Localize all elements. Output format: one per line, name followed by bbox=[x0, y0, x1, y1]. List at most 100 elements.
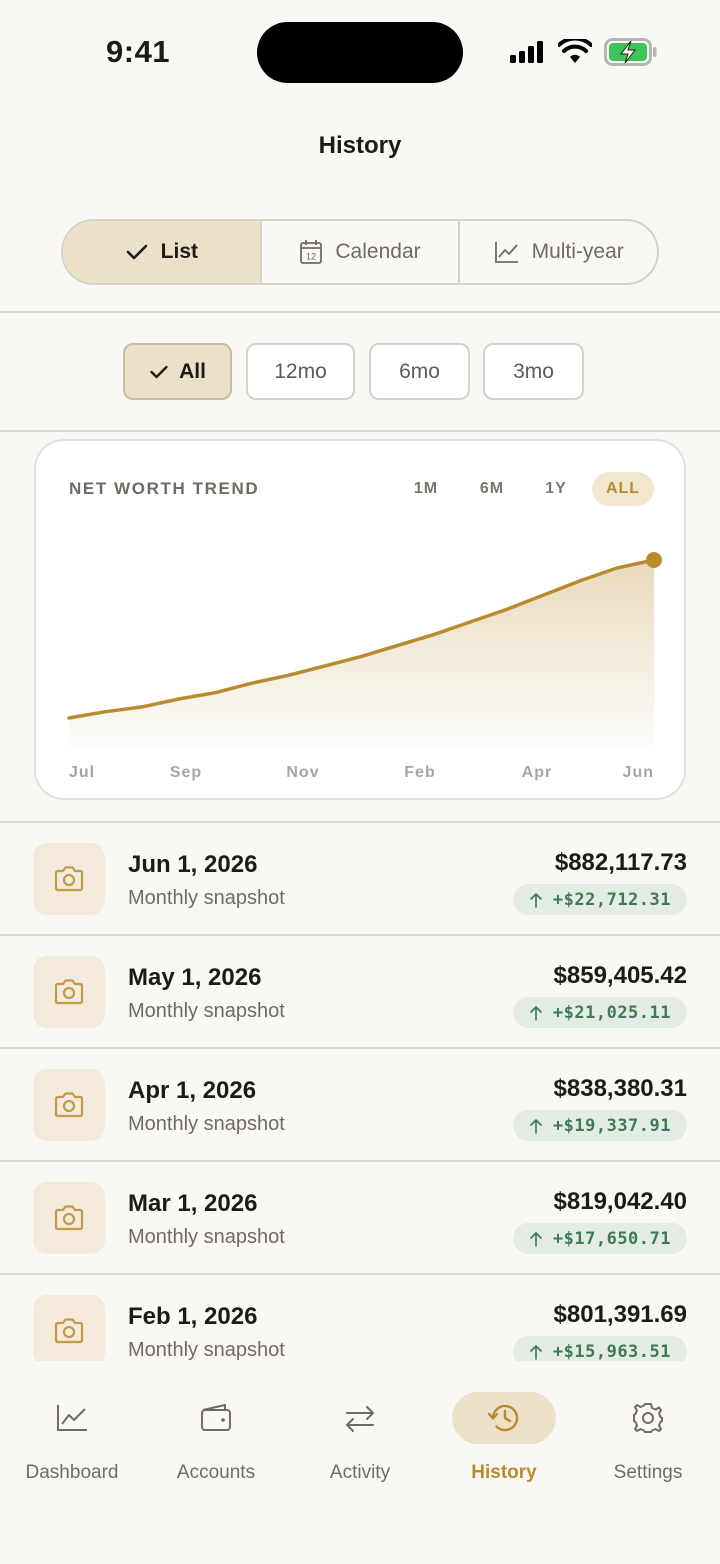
snapshot-change: +$17,650.71 bbox=[552, 1228, 671, 1249]
tab-icon-container bbox=[452, 1392, 556, 1444]
chart-end-point bbox=[646, 552, 662, 568]
snapshot-list: Jun 1, 2026 Monthly snapshot $882,117.73… bbox=[0, 821, 720, 1361]
snapshot-amount: $819,042.40 bbox=[553, 1188, 687, 1215]
check-icon bbox=[126, 244, 147, 260]
camera-icon bbox=[54, 866, 84, 892]
net-worth-chart: Jul Sep Nov Feb Apr Jun bbox=[67, 552, 662, 781]
divider bbox=[0, 311, 720, 313]
tab-settings[interactable]: Settings bbox=[576, 1392, 720, 1492]
filter-chip-all[interactable]: All bbox=[123, 343, 232, 400]
snapshot-change-badge: +$22,712.31 bbox=[512, 884, 687, 915]
snapshot-change: +$22,712.31 bbox=[552, 889, 671, 910]
filter-chip-label: 6mo bbox=[399, 359, 440, 383]
tab-icon-container bbox=[20, 1392, 124, 1444]
wifi-icon bbox=[558, 39, 592, 63]
view-mode-label: Calendar bbox=[335, 240, 421, 263]
filter-chip-label: 12mo bbox=[274, 359, 327, 383]
line-chart-icon bbox=[494, 242, 518, 263]
status-icons bbox=[508, 36, 658, 68]
tab-label: Dashboard bbox=[25, 1462, 119, 1483]
snapshot-icon-box bbox=[33, 1182, 105, 1254]
tab-history[interactable]: History bbox=[432, 1392, 576, 1492]
tab-label: Activity bbox=[329, 1462, 391, 1483]
snapshot-row[interactable]: Jun 1, 2026 Monthly snapshot $882,117.73… bbox=[0, 821, 720, 934]
check-icon bbox=[150, 365, 168, 378]
calendar-icon: 12 bbox=[300, 240, 323, 264]
camera-icon bbox=[54, 979, 84, 1005]
filter-chip-6mo[interactable]: 6mo bbox=[369, 343, 470, 400]
period-filter-chips: All 12mo 6mo 3mo bbox=[0, 343, 720, 401]
snapshot-change-badge: +$15,963.51 bbox=[512, 1336, 687, 1362]
tab-label: History bbox=[471, 1462, 537, 1483]
snapshot-date: Apr 1, 2026 bbox=[128, 1077, 257, 1104]
snapshot-icon-box bbox=[33, 1069, 105, 1141]
snapshot-label: Monthly snapshot bbox=[128, 1113, 285, 1135]
arrows-icon bbox=[346, 1406, 374, 1432]
status-bar: 9:41 bbox=[0, 0, 720, 105]
camera-icon bbox=[54, 1205, 84, 1231]
battery-charging-icon bbox=[604, 38, 657, 66]
view-mode-control: List 12 Calendar Multi-year bbox=[61, 219, 659, 285]
snapshot-row[interactable]: May 1, 2026 Monthly snapshot $859,405.42… bbox=[0, 934, 720, 1047]
net-worth-chart-card: NET WORTH TREND 1M 6M 1Y ALL Jul Sep Nov Fe… bbox=[34, 439, 686, 800]
tab-icon-container bbox=[164, 1392, 268, 1444]
snapshot-change: +$19,337.91 bbox=[552, 1115, 671, 1136]
snapshot-date: Jun 1, 2026 bbox=[128, 851, 258, 878]
chart-icon bbox=[57, 1405, 87, 1431]
snapshot-icon-box bbox=[33, 956, 105, 1028]
snapshot-row[interactable]: Feb 1, 2026 Monthly snapshot $801,391.69… bbox=[0, 1273, 720, 1361]
history-icon bbox=[487, 1404, 519, 1432]
snapshot-change-badge: +$21,025.11 bbox=[512, 997, 687, 1028]
tab-label: Settings bbox=[613, 1462, 683, 1483]
tab-activity[interactable]: Activity bbox=[288, 1392, 432, 1492]
status-time: 9:41 bbox=[106, 34, 171, 69]
cellular-signal-icon bbox=[510, 41, 543, 63]
snapshot-change-badge: +$17,650.71 bbox=[512, 1223, 687, 1254]
arrow-up-icon bbox=[530, 1344, 542, 1360]
tab-dashboard[interactable]: Dashboard bbox=[0, 1392, 144, 1492]
snapshot-amount: $882,117.73 bbox=[554, 849, 687, 876]
snapshot-icon-box bbox=[33, 843, 105, 915]
x-tick-label: Jun bbox=[623, 764, 654, 781]
tab-icon-container bbox=[596, 1392, 700, 1444]
tab-label: Accounts bbox=[176, 1462, 256, 1483]
snapshot-change: +$15,963.51 bbox=[552, 1341, 671, 1362]
view-mode-label: List bbox=[160, 240, 198, 263]
tab-accounts[interactable]: Accounts bbox=[144, 1392, 288, 1492]
arrow-up-icon bbox=[530, 1118, 542, 1134]
page-title: History bbox=[318, 132, 402, 159]
snapshot-change: +$21,025.11 bbox=[552, 1002, 671, 1023]
view-mode-multi-year[interactable]: Multi-year bbox=[460, 221, 657, 283]
dynamic-island bbox=[257, 22, 463, 83]
snapshot-row[interactable]: Mar 1, 2026 Monthly snapshot $819,042.40… bbox=[0, 1160, 720, 1273]
arrow-up-icon bbox=[530, 1231, 542, 1247]
filter-chip-12mo[interactable]: 12mo bbox=[246, 343, 355, 400]
divider bbox=[0, 430, 720, 432]
snapshot-amount: $838,380.31 bbox=[553, 1075, 687, 1102]
camera-icon bbox=[54, 1092, 84, 1118]
snapshot-row[interactable]: Apr 1, 2026 Monthly snapshot $838,380.31… bbox=[0, 1047, 720, 1160]
x-tick-label: Jul bbox=[69, 764, 95, 781]
snapshot-amount: $801,391.69 bbox=[553, 1301, 687, 1328]
snapshot-icon-box bbox=[33, 1295, 105, 1361]
view-mode-calendar[interactable]: 12 Calendar bbox=[262, 221, 461, 283]
filter-chip-3mo[interactable]: 3mo bbox=[483, 343, 584, 400]
view-mode-list[interactable]: List bbox=[63, 221, 262, 283]
snapshot-label: Monthly snapshot bbox=[128, 887, 285, 909]
x-tick-label: Sep bbox=[170, 764, 202, 781]
snapshot-amount: $859,405.42 bbox=[553, 962, 687, 989]
snapshot-label: Monthly snapshot bbox=[128, 1226, 285, 1248]
wallet-icon bbox=[201, 1404, 231, 1431]
svg-text:12: 12 bbox=[306, 252, 316, 262]
arrow-up-icon bbox=[530, 1005, 542, 1021]
snapshot-date: May 1, 2026 bbox=[128, 964, 262, 991]
snapshot-label: Monthly snapshot bbox=[128, 1000, 285, 1022]
filter-chip-label: 3mo bbox=[513, 359, 554, 383]
arrow-up-icon bbox=[530, 892, 542, 908]
view-mode-label: Multi-year bbox=[531, 240, 624, 263]
tab-icon-container bbox=[308, 1392, 412, 1444]
snapshot-date: Feb 1, 2026 bbox=[128, 1303, 258, 1330]
snapshot-date: Mar 1, 2026 bbox=[128, 1190, 258, 1217]
x-tick-label: Feb bbox=[404, 764, 435, 781]
gear-icon bbox=[633, 1403, 663, 1433]
